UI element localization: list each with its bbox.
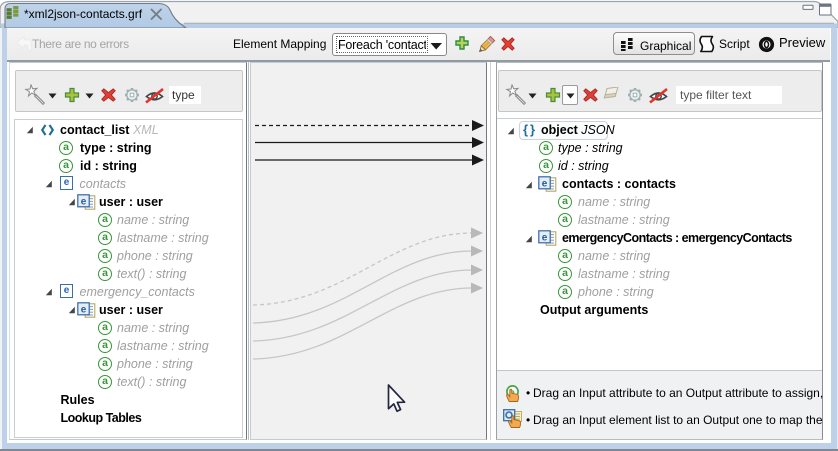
svg-text:e: e bbox=[81, 304, 87, 315]
svg-text:e: e bbox=[542, 232, 548, 243]
svg-text:e: e bbox=[542, 178, 548, 189]
svg-text:e: e bbox=[81, 196, 87, 207]
